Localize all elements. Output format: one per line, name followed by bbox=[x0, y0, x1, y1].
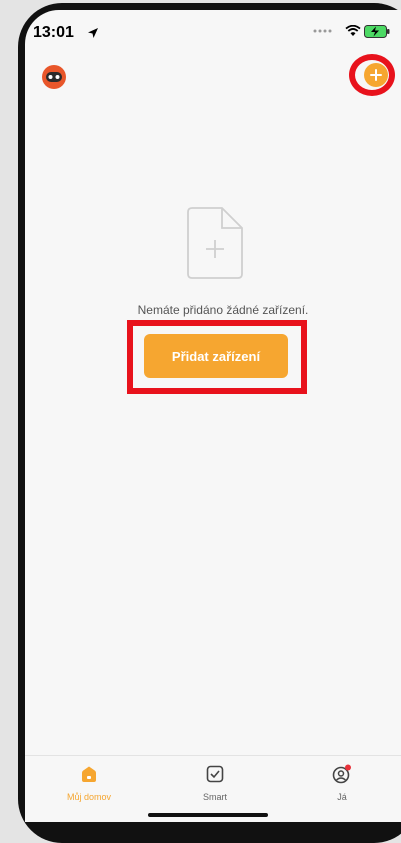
highlight-circle bbox=[349, 54, 395, 96]
location-arrow-icon bbox=[88, 28, 98, 38]
tab-bar: Můj domov Smart Já bbox=[25, 755, 401, 822]
status-time: 13:01 bbox=[33, 24, 74, 41]
signal-dots-icon bbox=[313, 29, 332, 33]
tab-home-label: Můj domov bbox=[66, 792, 111, 802]
notification-badge bbox=[345, 764, 351, 771]
checkbox-icon bbox=[206, 765, 224, 783]
tab-smart[interactable]: Smart bbox=[175, 764, 255, 802]
tab-me[interactable]: Já bbox=[302, 764, 382, 802]
tab-home[interactable]: Můj domov bbox=[49, 764, 129, 802]
wifi-icon bbox=[345, 25, 361, 36]
app-screen bbox=[25, 10, 401, 821]
profile-icon bbox=[332, 764, 351, 784]
tab-me-label: Já bbox=[337, 792, 347, 802]
add-document-icon bbox=[187, 207, 243, 279]
battery-charging-icon bbox=[364, 25, 390, 38]
empty-message: Nemáte přidáno žádné zařízení. bbox=[137, 303, 309, 317]
robot-avatar-icon[interactable] bbox=[40, 63, 68, 91]
home-icon bbox=[82, 766, 96, 782]
tab-smart-label: Smart bbox=[202, 792, 227, 802]
add-device-cta-button[interactable]: Přidat zařízení bbox=[144, 334, 288, 378]
home-indicator bbox=[148, 813, 268, 817]
